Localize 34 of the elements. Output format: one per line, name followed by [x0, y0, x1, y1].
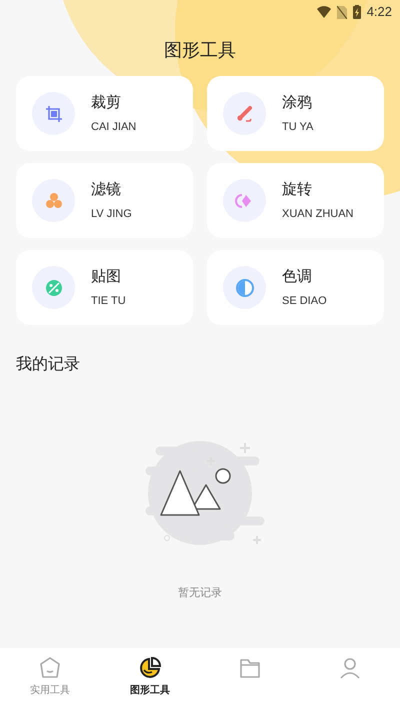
- nav-tab[interactable]: 实用工具: [0, 656, 100, 698]
- tool-name: 贴图: [91, 267, 122, 287]
- contrast-icon: [234, 278, 254, 298]
- tool-pinyin: TIE TU: [91, 294, 126, 308]
- tool-pinyin: SE DIAO: [282, 294, 327, 308]
- empty-message: 暂无记录: [178, 586, 222, 601]
- tool-name: 裁剪: [91, 93, 122, 113]
- folder-icon: [238, 656, 262, 680]
- tool-pinyin: CAI JIAN: [91, 120, 136, 134]
- sticker-icon: [44, 278, 64, 298]
- tool-name: 滤镜: [91, 180, 122, 200]
- tool-card[interactable]: 色调 SE DIAO: [207, 250, 384, 325]
- page-title: 图形工具: [164, 38, 236, 62]
- tool-pinyin: TU YA: [282, 120, 314, 134]
- section-title: 我的记录: [16, 356, 80, 373]
- pie-chart-icon: [138, 656, 162, 680]
- brush-icon: [234, 104, 254, 124]
- tool-card[interactable]: 贴图 TIE TU: [16, 250, 193, 325]
- tool-pinyin: LV JING: [91, 206, 132, 222]
- tool-card[interactable]: 涂鸦 TU YA: [207, 76, 384, 151]
- clock-time: 4:22: [366, 3, 392, 22]
- circles-icon: [44, 190, 64, 210]
- tool-card[interactable]: 滤镜 LV JING: [16, 163, 193, 238]
- crop-icon: [44, 104, 62, 122]
- tool-name: 旋转: [282, 180, 313, 200]
- home-icon: [38, 656, 62, 680]
- tool-name: 色调: [282, 267, 313, 287]
- tool-name: 涂鸦: [282, 93, 313, 113]
- person-icon: [338, 656, 362, 680]
- wifi-icon: [316, 6, 331, 18]
- tool-pinyin: XUAN ZHUAN: [282, 206, 354, 222]
- tool-card[interactable]: 旋转 XUAN ZHUAN: [207, 163, 384, 238]
- tool-card[interactable]: 裁剪 CAI JIAN: [16, 76, 193, 151]
- nav-tab[interactable]: 图形工具: [100, 656, 200, 698]
